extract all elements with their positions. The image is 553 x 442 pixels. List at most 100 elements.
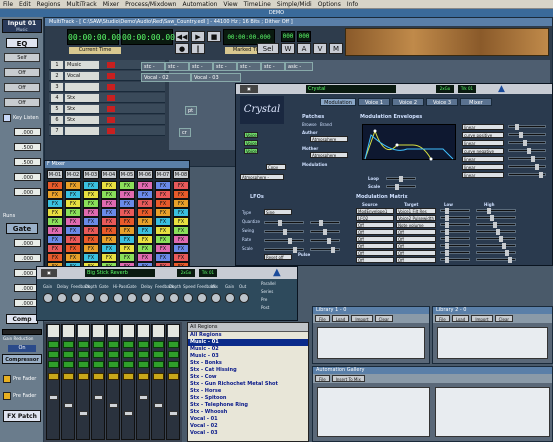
mixer-fx-slot[interactable]: FX (155, 235, 171, 244)
clip[interactable]: stc - (189, 62, 213, 71)
mute-led[interactable] (138, 351, 149, 358)
envelope-shape-dropdown[interactable]: linear (462, 124, 504, 130)
mixer-fx-slot[interactable]: FX (65, 226, 81, 235)
reverb-knob[interactable] (99, 293, 109, 303)
mixer-fx-slot[interactable]: FX (101, 235, 117, 244)
mixer-fx-slot[interactable]: FX (101, 226, 117, 235)
mixer-fx-slot[interactable]: FX (137, 235, 153, 244)
mixer-fx-slot[interactable]: FX (137, 190, 153, 199)
mixer-fx-slot[interactable]: FX (101, 244, 117, 253)
fader-cap[interactable] (94, 395, 103, 400)
mixer-fx-slot[interactable]: FX (119, 226, 135, 235)
reverb-knob[interactable] (43, 293, 53, 303)
region-item[interactable]: Stx - Cat Hissing (188, 367, 308, 374)
track-name[interactable] (65, 83, 99, 91)
eq-button[interactable]: EQ (6, 38, 38, 48)
mod-target-dropdown[interactable]: Off (396, 229, 436, 235)
mod-high-slider[interactable] (476, 250, 516, 256)
fader-cap[interactable] (154, 403, 163, 408)
mixer-fx-slot[interactable]: FX (155, 181, 171, 190)
menu-simple-midi[interactable]: Simple/Midi (277, 1, 312, 8)
mixer-fx-slot[interactable]: FX (173, 190, 189, 199)
track-name[interactable]: Vocal (65, 72, 99, 80)
fader-strip[interactable] (76, 324, 90, 440)
on-button[interactable]: On (8, 345, 36, 352)
record-arm[interactable] (107, 84, 115, 90)
mute-led[interactable] (138, 361, 149, 368)
menu-multitrack[interactable]: MultiTrack (66, 1, 96, 8)
tab-voice-3[interactable]: Voice 3 (426, 98, 458, 106)
mod-low-slider[interactable] (440, 222, 470, 228)
off-button-2[interactable]: Off (4, 83, 40, 92)
mixer-fx-slot[interactable]: FX (47, 181, 63, 190)
comp-button[interactable]: Comp (6, 314, 38, 324)
mixer-fx-slot[interactable]: FX (65, 217, 81, 226)
compressor-button[interactable]: Compressor (2, 354, 42, 364)
reverb-knob[interactable] (155, 293, 165, 303)
library-1-load-button[interactable]: Load (331, 315, 350, 322)
fader-strip[interactable] (91, 324, 105, 440)
sel-button[interactable]: Sel (257, 43, 279, 54)
mixer-fx-slot[interactable]: FX (119, 190, 135, 199)
mixer-fx-slot[interactable]: FX (83, 199, 99, 208)
mute-led[interactable] (93, 351, 104, 358)
track-row-5[interactable]: 5 Stx (49, 104, 165, 114)
mixer-channel-header[interactable]: M-05 (119, 170, 135, 179)
copy-button[interactable]: Copy (266, 164, 286, 170)
mixer-fx-slot[interactable]: FX (47, 199, 63, 208)
envelope-slider[interactable] (508, 172, 546, 178)
mute-led[interactable] (78, 341, 89, 348)
eq-value-2[interactable]: .500 (14, 143, 41, 151)
mute-led[interactable] (78, 351, 89, 358)
record-arm[interactable] (107, 62, 115, 68)
browse-label[interactable]: Browse (302, 122, 317, 127)
mixer-fx-slot[interactable]: FX (101, 208, 117, 217)
mixer-channel-header[interactable]: M-08 (173, 170, 189, 179)
reverb-option[interactable]: Series (261, 289, 273, 294)
region-item[interactable]: Music - 01 (188, 339, 308, 346)
fader-strip[interactable] (106, 324, 120, 440)
mixer-fx-slot[interactable]: FX (173, 244, 189, 253)
gate-button[interactable]: Gate (6, 223, 38, 234)
mod-target-dropdown[interactable]: Voice2 Pulsewidth (396, 215, 436, 221)
record-button[interactable]: ● (175, 43, 189, 54)
mod-source-dropdown[interactable]: Off (356, 229, 394, 235)
region-item[interactable]: Stx - Cow (188, 374, 308, 381)
lfo-slider-2[interactable] (310, 220, 340, 226)
mixer-fx-slot[interactable]: FX (173, 217, 189, 226)
mixer-fx-slot[interactable]: FX (101, 181, 117, 190)
mod-target-dropdown[interactable]: Off (396, 250, 436, 256)
menu-mixer[interactable]: Mixer (103, 1, 119, 8)
mute-led[interactable] (108, 351, 119, 358)
mixer-fx-slot[interactable]: FX (119, 208, 135, 217)
mute-led[interactable] (123, 361, 134, 368)
author-dropdown[interactable]: Atmosphere (310, 136, 348, 142)
clip[interactable]: Vocal - 02 (141, 73, 191, 82)
mixer-fx-slot[interactable]: FX (83, 235, 99, 244)
lfo-slider[interactable] (264, 229, 304, 235)
mod-low-slider[interactable] (440, 236, 470, 242)
mixer-fx-slot[interactable]: FX (155, 190, 171, 199)
mute-led[interactable] (78, 361, 89, 368)
envelope-shape-dropdown[interactable]: linear (462, 164, 504, 170)
fader-cap[interactable] (79, 411, 88, 416)
clip[interactable]: asic - (285, 62, 313, 71)
key-listen-checkbox[interactable] (3, 114, 11, 122)
fader-strip[interactable] (151, 324, 165, 440)
track-row-4[interactable]: 4 Stx (49, 93, 165, 103)
voice-3-toggle[interactable]: Voice 3 (244, 148, 258, 154)
reverb-option[interactable]: Pre (261, 297, 267, 302)
gate-value-1[interactable]: .000 (14, 239, 41, 247)
mute-led[interactable] (153, 361, 164, 368)
menu-regions[interactable]: Regions (37, 1, 61, 8)
mod-target-dropdown[interactable]: Off (396, 257, 436, 263)
clip[interactable]: stc - (213, 62, 237, 71)
mod-low-slider[interactable] (440, 229, 470, 235)
mute-led[interactable] (123, 341, 134, 348)
fader-cap[interactable] (124, 411, 133, 416)
audio-button[interactable]: A (297, 43, 311, 54)
eq-value-5[interactable]: .000 (14, 188, 41, 196)
reverb-knob[interactable] (85, 293, 95, 303)
envelope-shape-dropdown[interactable]: linear (462, 140, 504, 146)
mixer-fx-slot[interactable]: FX (83, 226, 99, 235)
